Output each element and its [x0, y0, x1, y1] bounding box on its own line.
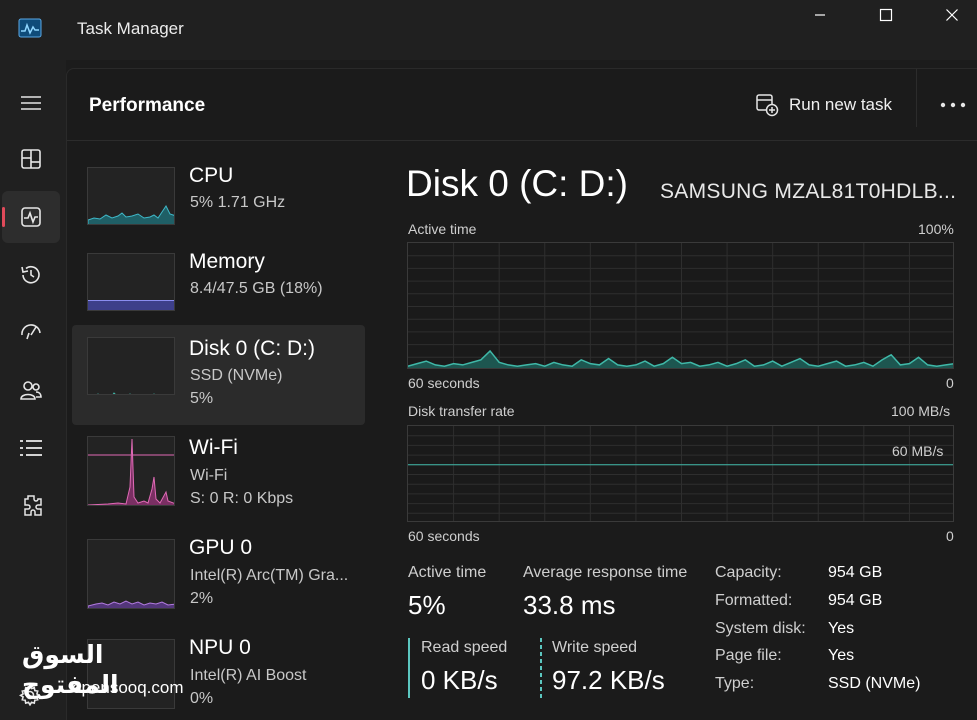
more-horizontal-icon	[940, 102, 966, 108]
capacity-value: 954 GB	[828, 564, 883, 581]
system-disk-value: Yes	[828, 620, 855, 637]
device-cpu[interactable]: CPU 5% 1.71 GHz	[72, 159, 365, 259]
processes-icon	[21, 149, 41, 169]
device-usage: 5%	[190, 390, 214, 407]
read-speed-label: Read speed	[421, 639, 508, 656]
device-gpu-0[interactable]: GPU 0 Intel(R) Arc(TM) Gra... 2%	[72, 531, 365, 631]
avg-response-label: Average response time	[523, 564, 688, 581]
avg-response-value: 33.8 ms	[523, 590, 616, 620]
hamburger-menu-button[interactable]	[2, 77, 60, 129]
active-time-label: Active time	[408, 564, 487, 581]
run-new-task-label: Run new task	[789, 95, 892, 114]
memory-thumbnail	[87, 253, 175, 311]
hamburger-menu-icon	[21, 96, 41, 110]
device-usage: 2%	[190, 590, 214, 607]
nav-processes[interactable]	[2, 133, 60, 185]
header-divider	[916, 69, 917, 127]
performance-icon	[21, 207, 41, 227]
nav-details[interactable]	[2, 422, 60, 474]
active-time-graph-duration: 60 seconds	[408, 375, 480, 391]
device-usage: 0%	[190, 690, 214, 707]
active-time-graph-label: Active time	[408, 221, 477, 237]
transfer-rate-graph-max: 100 MB/s	[891, 403, 951, 419]
minimize-icon	[815, 14, 825, 16]
gpu-thumbnail	[87, 539, 175, 609]
nav-startup-apps[interactable]	[2, 306, 60, 358]
active-time-graph	[407, 242, 954, 369]
services-icon	[24, 495, 42, 516]
disk-thumbnail	[87, 337, 175, 395]
close-button[interactable]	[922, 0, 977, 30]
device-detail: Intel(R) Arc(TM) Gra...	[190, 567, 349, 584]
formatted-label: Formatted:	[715, 592, 793, 609]
device-name: CPU	[189, 164, 234, 187]
watermark-latin: opensooq.com	[72, 678, 184, 697]
users-icon	[20, 381, 42, 400]
transfer-rate-graph-label: Disk transfer rate	[408, 403, 515, 419]
type-value: SSD (NVMe)	[828, 675, 921, 692]
close-icon	[946, 9, 958, 21]
nav-performance[interactable]	[2, 191, 60, 243]
title-bar: Task Manager	[0, 0, 977, 60]
write-speed-label: Write speed	[552, 639, 638, 656]
active-time-value: 5%	[408, 590, 446, 620]
write-speed-accent	[540, 638, 542, 698]
navigation-rail	[0, 60, 66, 720]
cpu-thumbnail	[87, 167, 175, 225]
transfer-rate-graph	[407, 425, 954, 522]
capacity-label: Capacity:	[715, 564, 782, 581]
formatted-value: 954 GB	[828, 592, 883, 609]
transfer-rate-graph-mid: 60 MB/s	[892, 443, 944, 459]
read-speed-value: 0 KB/s	[421, 665, 498, 695]
system-disk-label: System disk:	[715, 620, 806, 637]
nav-services[interactable]	[2, 480, 60, 532]
window-title: Task Manager	[77, 19, 184, 38]
opensooq-watermark: السوق المفتوح opensooq.com	[22, 640, 184, 702]
device-name: Wi-Fi	[189, 436, 238, 459]
run-new-task-button[interactable]: Run new task	[755, 91, 892, 119]
activity-chart-icon	[18, 18, 42, 38]
nav-app-history[interactable]	[2, 249, 60, 301]
page-file-label: Page file:	[715, 647, 782, 664]
maximize-icon	[879, 8, 893, 22]
device-detail: Wi-Fi	[190, 467, 228, 484]
app-history-icon	[21, 265, 40, 284]
page-title: Performance	[89, 95, 206, 116]
wifi-thumbnail	[87, 436, 175, 506]
disk-title: Disk 0 (C: D:)	[406, 163, 628, 204]
device-disk-0[interactable]: Disk 0 (C: D:) SSD (NVMe) 5%	[72, 325, 365, 425]
page-file-value: Yes	[828, 647, 855, 664]
nav-users[interactable]	[2, 364, 60, 416]
page-header: Performance Run new task	[67, 69, 977, 141]
device-name: GPU 0	[189, 536, 253, 559]
device-name: Memory	[189, 250, 265, 273]
type-label: Type:	[715, 675, 755, 692]
details-icon	[20, 440, 42, 456]
maximize-button[interactable]	[856, 0, 916, 30]
write-speed-value: 97.2 KB/s	[552, 665, 665, 695]
device-detail: Intel(R) AI Boost	[190, 667, 307, 684]
device-detail: 5% 1.71 GHz	[190, 194, 286, 211]
memory-usage-fill	[88, 300, 174, 310]
more-options-button[interactable]	[935, 93, 971, 117]
run-new-task-icon	[756, 94, 779, 117]
active-time-graph-min: 0	[946, 375, 954, 391]
device-detail: SSD (NVMe)	[190, 367, 283, 384]
device-name: Disk 0 (C: D:)	[189, 337, 315, 360]
device-name: NPU 0	[189, 636, 251, 659]
device-wifi[interactable]: Wi-Fi Wi-Fi S: 0 R: 0 Kbps	[72, 431, 365, 531]
transfer-rate-graph-duration: 60 seconds	[408, 528, 480, 544]
read-speed-accent	[408, 638, 410, 698]
device-throughput: S: 0 R: 0 Kbps	[190, 490, 294, 507]
active-indicator	[2, 207, 5, 227]
disk-model: SAMSUNG MZAL81T0HDLB...	[660, 180, 957, 203]
transfer-rate-graph-min: 0	[946, 528, 954, 544]
device-detail: 8.4/47.5 GB (18%)	[190, 280, 323, 297]
minimize-button[interactable]	[790, 0, 850, 30]
startup-apps-icon	[21, 324, 41, 340]
active-time-graph-max: 100%	[918, 221, 954, 237]
